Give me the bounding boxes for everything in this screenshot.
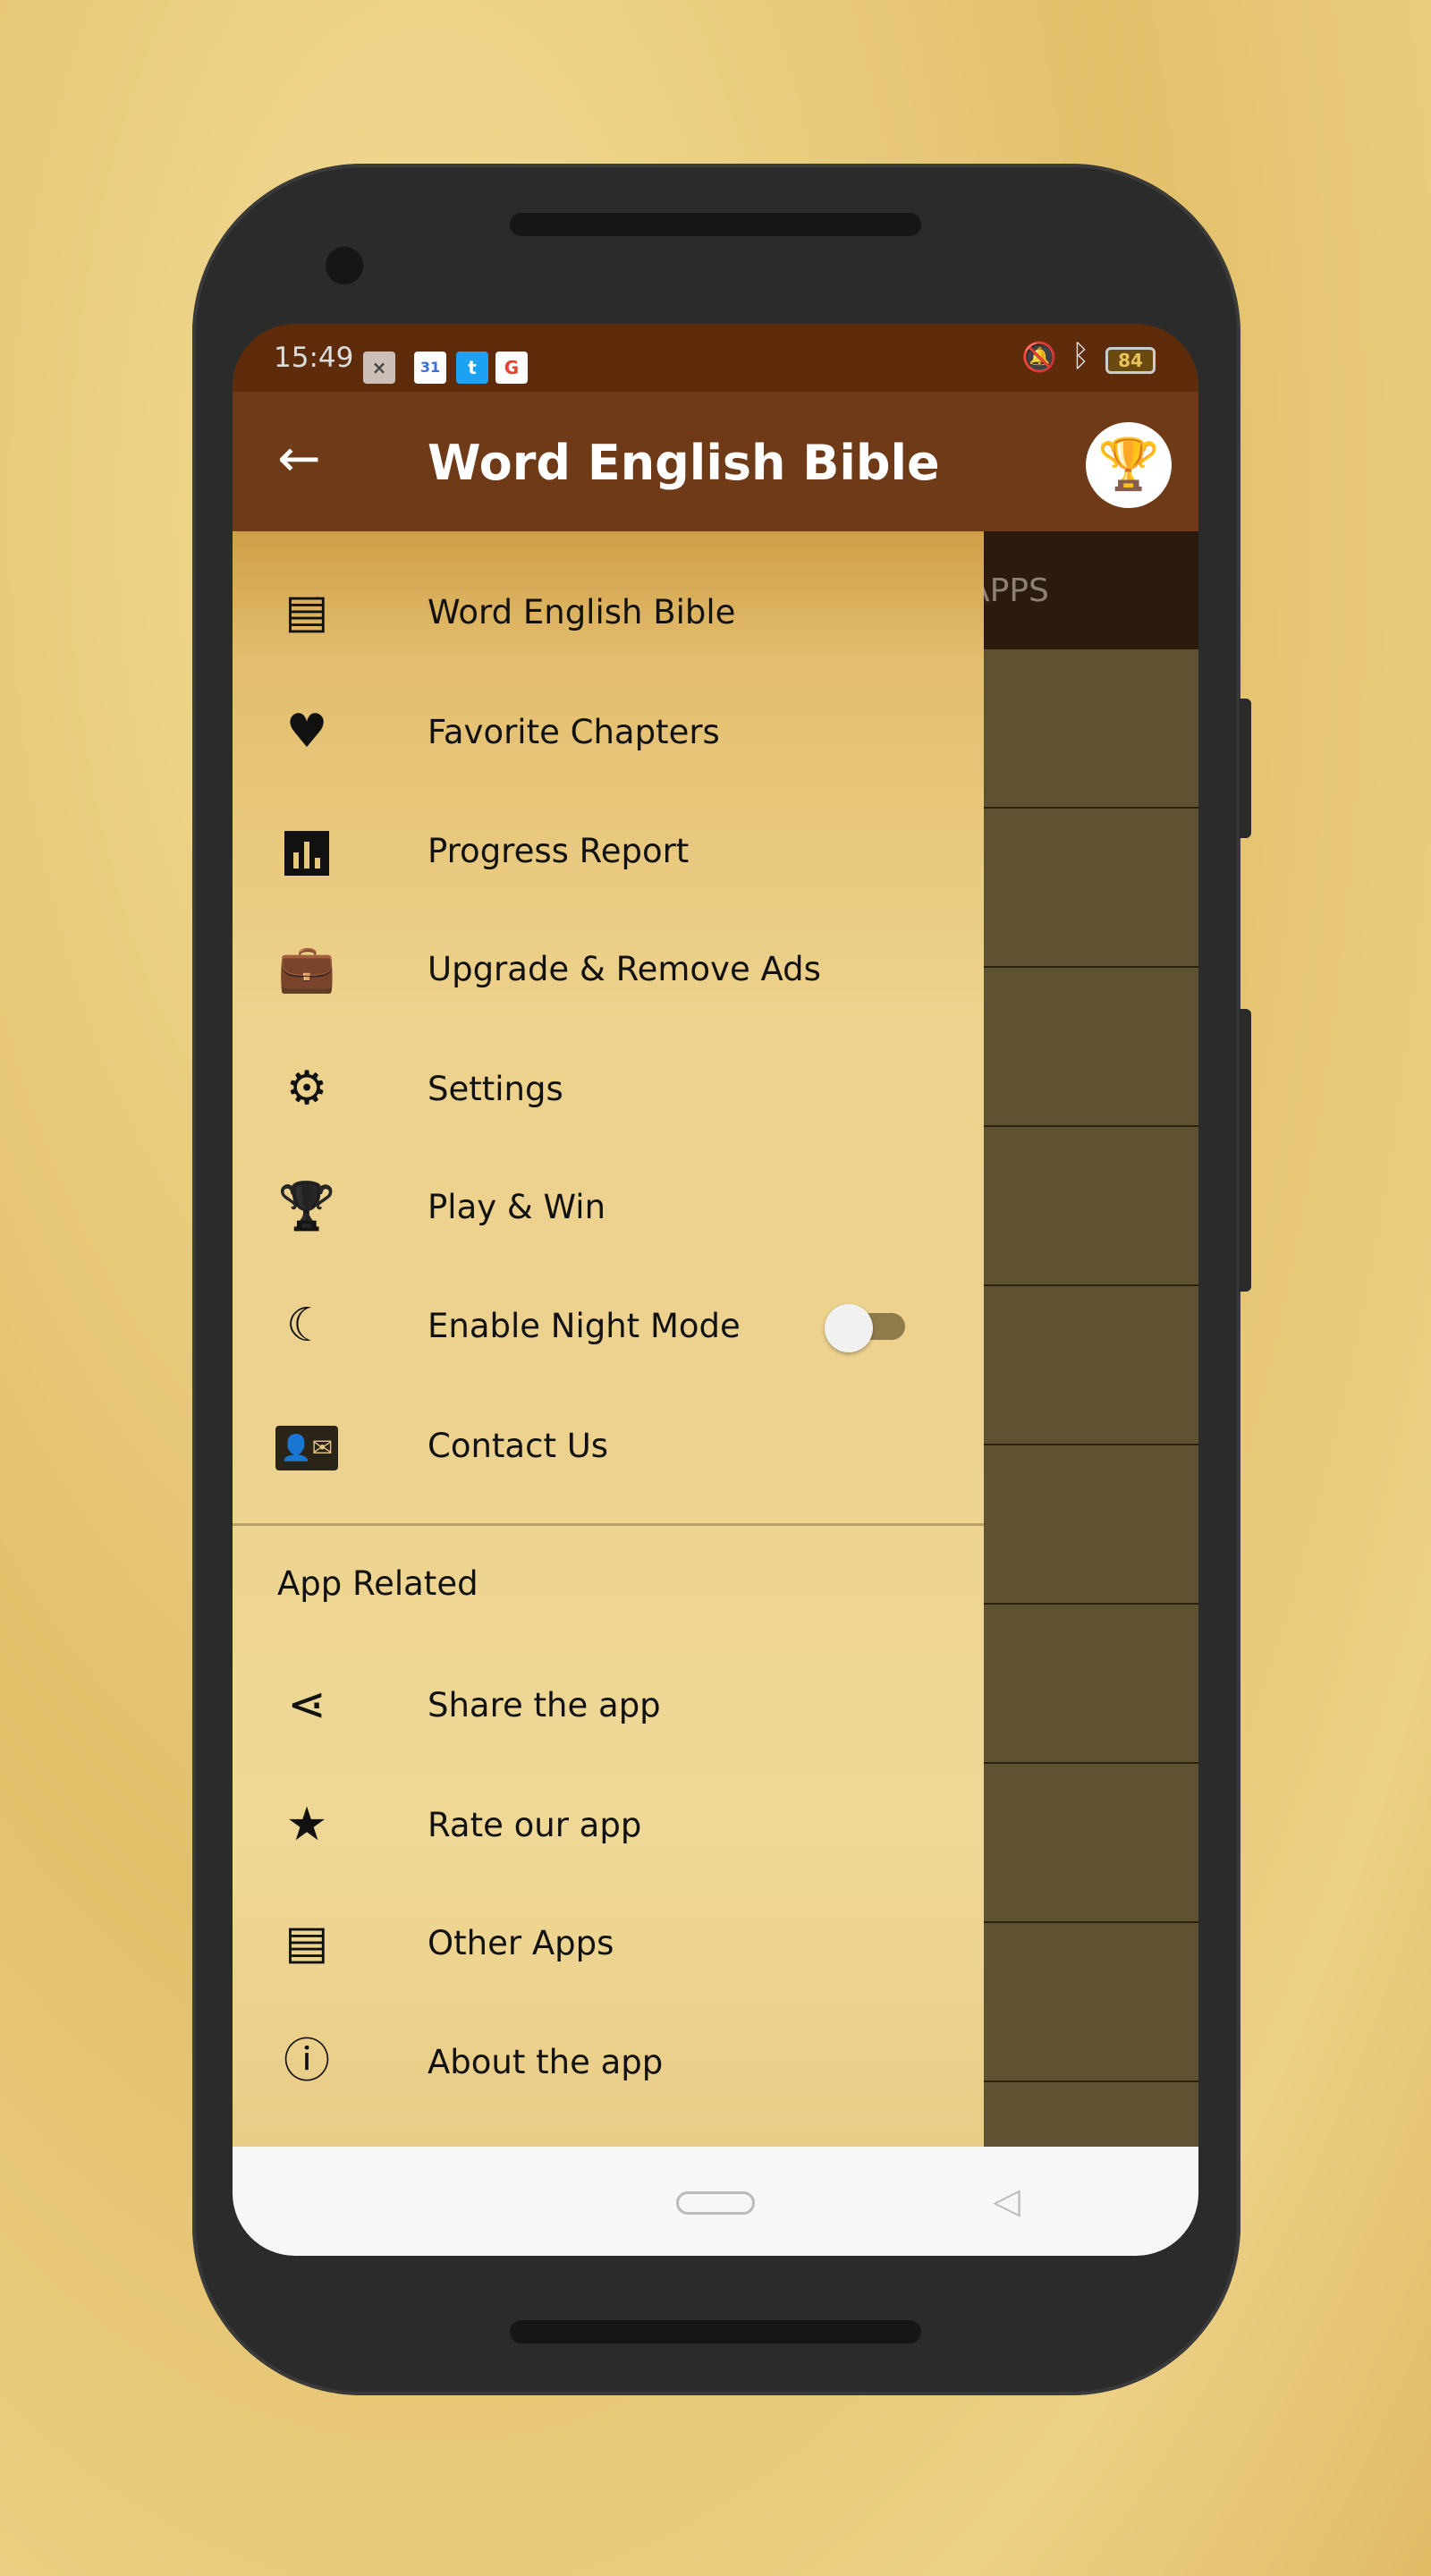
contact-mail-icon: 👤✉ — [275, 1419, 338, 1472]
twitter-icon: t — [456, 352, 488, 384]
heart-icon: ♥ — [285, 705, 328, 758]
drawer-item-night-mode[interactable]: ☾ Enable Night Mode — [233, 1275, 984, 1374]
bluetooth-icon: ᛒ — [1071, 338, 1090, 374]
google-icon: G — [495, 352, 528, 384]
section-title-app-related: App Related — [277, 1564, 478, 1603]
trophy-icon: 🏆 — [277, 1180, 336, 1233]
drawer-divider — [233, 1523, 984, 1526]
share-icon: ⋖ — [287, 1678, 326, 1732]
library-books-icon: ▤ — [284, 585, 329, 639]
navigation-drawer: ▤ Word English Bible ♥ Favorite Chapters… — [233, 531, 984, 2150]
night-mode-toggle[interactable] — [825, 1304, 909, 1352]
battery-icon: 84 — [1105, 347, 1156, 374]
bar-chart-icon — [275, 824, 338, 877]
info-icon: ⓘ — [283, 2035, 330, 2089]
drawer-item-share[interactable]: ⋖ Share the app — [233, 1655, 984, 1753]
tab-apps: APPS — [984, 531, 1198, 649]
briefcase-play-icon: 💼 — [277, 942, 336, 996]
drawer-item-other-apps[interactable]: ▤ Other Apps — [233, 1893, 984, 1991]
screen: 15:49 × 31 t G 🔕 ᛒ 84 ← Word English Bib… — [233, 324, 1198, 2256]
app-bar: ← Word English Bible 🏆 — [233, 392, 1198, 531]
front-camera — [326, 247, 363, 284]
volume-button — [1239, 1009, 1251, 1292]
system-nav-bar: ◁ — [233, 2147, 1198, 2256]
vibrate-icon: 🔕 — [1021, 340, 1057, 374]
drawer-item-contact-us[interactable]: 👤✉ Contact Us — [233, 1395, 984, 1494]
moon-icon: ☾ — [285, 1299, 328, 1352]
gear-icon: ⚙ — [285, 1062, 328, 1115]
earpiece — [510, 213, 921, 236]
library-books-icon: ▤ — [284, 1916, 329, 1970]
drawer-item-favorite-chapters[interactable]: ♥ Favorite Chapters — [233, 682, 984, 780]
power-button — [1239, 699, 1251, 838]
drawer-item-about[interactable]: ⓘ About the app — [233, 2012, 984, 2110]
bottom-speaker — [510, 2320, 921, 2343]
drawer-item-progress-report[interactable]: Progress Report — [233, 801, 984, 899]
drawer-item-settings[interactable]: ⚙ Settings — [233, 1038, 984, 1137]
drawer-item-upgrade[interactable]: 💼 Upgrade & Remove Ads — [233, 919, 984, 1017]
status-time: 15:49 — [274, 342, 354, 374]
close-notification-icon: × — [363, 352, 395, 384]
trophy-icon[interactable]: 🏆 — [1086, 422, 1172, 508]
calendar-icon: 31 — [414, 352, 446, 384]
home-button[interactable] — [676, 2191, 755, 2215]
drawer-item-word-english-bible[interactable]: ▤ Word English Bible — [233, 562, 984, 660]
arrow-left-icon[interactable]: ← — [277, 431, 321, 485]
back-triangle-icon[interactable]: ◁ — [993, 2181, 1020, 2222]
background-content-scrim[interactable]: APPS — [984, 531, 1198, 2150]
status-bar: 15:49 × 31 t G 🔕 ᛒ 84 — [233, 324, 1198, 392]
page-title: Word English Bible — [428, 435, 940, 491]
drawer-item-rate[interactable]: ★ Rate our app — [233, 1775, 984, 1873]
star-icon: ★ — [285, 1798, 328, 1852]
drawer-item-play-win[interactable]: 🏆 Play & Win — [233, 1157, 984, 1255]
